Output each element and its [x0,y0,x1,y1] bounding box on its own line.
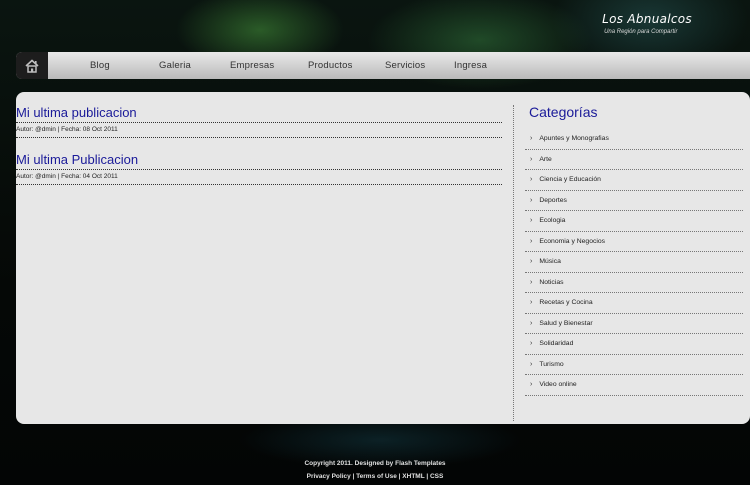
site-tagline: Una Región para Compartir [604,29,678,35]
sidebar-title: Categorías [529,104,598,120]
category-list: › Apuntes y Monografias › Arte › Ciencia y … [525,129,743,396]
category-item[interactable]: › Arte [525,150,743,170]
category-label: Arte [539,155,552,163]
category-item[interactable]: › Video online [525,375,743,396]
category-label: Apuntes y Monografias [539,135,609,143]
home-icon [25,58,39,73]
brand: Los Abnualcos Una Región para Compartir [602,12,692,35]
post-1: Mi ultima publicacion Autor: @dmin | Fec… [16,105,502,138]
category-item[interactable]: › Ecologia [525,211,743,232]
category-label: Recetas y Cocina [539,299,593,307]
nav-item-empresas[interactable]: Empresas [230,60,274,71]
chevron-right-icon: › [530,278,533,286]
category-label: Turismo [539,360,564,368]
footer-links[interactable]: Privacy Policy | Terms of Use | XHTML | … [0,470,750,483]
footer: Copyright 2011. Designed by Flash Templa… [0,457,750,483]
chevron-right-icon: › [530,176,533,184]
category-item[interactable]: › Música [525,252,743,273]
main-nav: Blog Galeria Empresas Productos Servicio… [16,52,750,79]
post-meta: Autor: @dmin | Fecha: 04 Oct 2011 [16,169,502,185]
chevron-right-icon: › [530,135,533,143]
category-item[interactable]: › Salud y Bienestar [525,314,743,334]
post-title[interactable]: Mi ultima Publicacion [16,152,502,169]
chevron-right-icon: › [530,217,533,225]
category-label: Economia y Negocios [539,237,606,245]
nav-item-productos[interactable]: Productos [308,60,353,71]
category-label: Video online [539,381,577,389]
nav-item-galeria[interactable]: Galeria [159,60,191,71]
chevron-right-icon: › [530,196,533,204]
category-label: Ecologia [539,217,566,225]
site-title: Los Abnualcos [602,12,692,26]
category-item[interactable]: › Turismo [525,355,743,375]
category-label: Noticias [539,278,564,286]
chevron-right-icon: › [530,340,533,348]
chevron-right-icon: › [530,381,533,389]
category-item[interactable]: › Economia y Negocios [525,232,743,252]
post-2: Mi ultima Publicacion Autor: @dmin | Fec… [16,152,502,185]
nav-item-ingresa[interactable]: Ingresa [454,60,487,71]
category-item[interactable]: › Ciencia y Educación [525,170,743,191]
category-label: Deportes [539,196,567,204]
chevron-right-icon: › [530,299,533,307]
chevron-right-icon: › [530,360,533,368]
post-title[interactable]: Mi ultima publicacion [16,105,502,122]
category-label: Ciencia y Educación [539,176,601,184]
nav-item-blog[interactable]: Blog [90,60,110,71]
chevron-right-icon: › [530,155,533,163]
category-item[interactable]: › Recetas y Cocina [525,293,743,314]
category-label: Música [539,258,561,266]
chevron-right-icon: › [530,319,533,327]
category-item[interactable]: › Deportes [525,191,743,211]
category-label: Salud y Bienestar [539,319,593,327]
category-item[interactable]: › Solidaridad [525,334,743,355]
chevron-right-icon: › [530,258,533,266]
post-meta: Autor: @dmin | Fecha: 08 Oct 2011 [16,122,502,138]
home-button[interactable] [16,52,48,79]
footer-copyright: Copyright 2011. Designed by Flash Templa… [304,460,446,467]
chevron-right-icon: › [530,237,533,245]
category-item[interactable]: › Apuntes y Monografias [525,129,743,150]
category-item[interactable]: › Noticias [525,273,743,293]
column-divider [513,105,514,421]
category-label: Solidaridad [539,340,574,348]
nav-item-servicios[interactable]: Servicios [385,60,425,71]
